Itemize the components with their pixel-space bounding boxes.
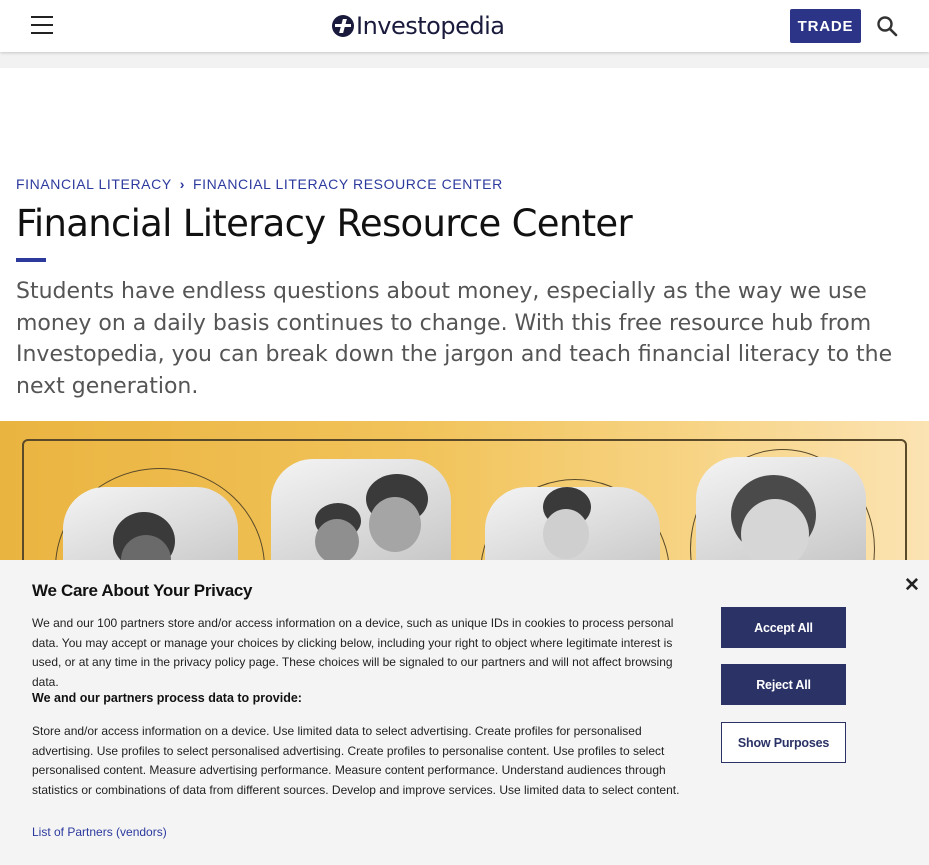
ad-strip <box>0 52 929 68</box>
page-title: Financial Literacy Resource Center <box>16 202 633 245</box>
chevron-right-icon: › <box>179 176 186 192</box>
partners-link[interactable]: List of Partners (vendors) <box>32 825 167 839</box>
privacy-purposes-text: Store and/or access information on a dev… <box>32 724 680 797</box>
privacy-banner: ✕ We Care About Your Privacy We and our … <box>0 560 929 865</box>
title-underline <box>16 258 46 262</box>
intro-paragraph: Students have endless questions about mo… <box>16 279 893 399</box>
menu-icon[interactable] <box>31 16 53 36</box>
privacy-title: We Care About Your Privacy <box>32 581 253 600</box>
privacy-subheading: We and our partners process data to prov… <box>32 691 302 705</box>
logo-text: Investopedia <box>356 12 505 40</box>
close-icon[interactable]: ✕ <box>904 574 920 597</box>
breadcrumb-item-financial-literacy[interactable]: FINANCIAL LITERACY <box>16 176 172 192</box>
site-header: Investopedia TRADE <box>0 0 929 52</box>
breadcrumb-item-resource-center[interactable]: FINANCIAL LITERACY RESOURCE CENTER <box>193 176 503 192</box>
breadcrumb: FINANCIAL LITERACY › FINANCIAL LITERACY … <box>16 176 503 192</box>
reject-all-button[interactable]: Reject All <box>721 664 846 705</box>
logo-mark-icon <box>332 15 354 37</box>
investopedia-logo[interactable]: Investopedia <box>332 10 505 42</box>
privacy-body: We and our 100 partners store and/or acc… <box>32 616 674 689</box>
trade-button[interactable]: TRADE <box>790 9 861 43</box>
accept-all-button[interactable]: Accept All <box>721 607 846 648</box>
show-purposes-button[interactable]: Show Purposes <box>721 722 846 763</box>
search-icon[interactable] <box>876 15 898 37</box>
